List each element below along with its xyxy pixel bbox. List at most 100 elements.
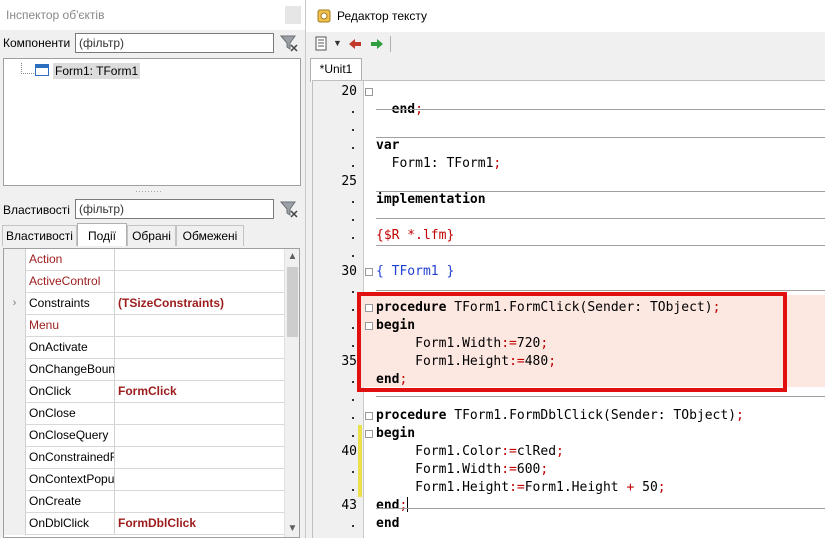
property-row[interactable]: OnChangeBoun [4,359,284,381]
code-token: ; [399,498,408,513]
line-number: 25 [341,174,357,189]
code-token: {$R *.lfm} [376,228,455,243]
fold-marker-icon[interactable] [365,430,373,438]
property-row[interactable]: Action [4,249,284,271]
text-cursor [407,497,409,512]
components-filter-input[interactable]: (фільтр) [75,33,274,53]
grid-scrollbar[interactable]: ▲ ▼ [284,249,299,537]
splitter-grip[interactable]: ········· [135,187,167,196]
property-name: OnClose [29,406,76,420]
tab-properties[interactable]: Властивості [2,225,77,246]
tab-events[interactable]: Події [77,223,127,246]
code-token: := [509,480,525,495]
dropdown-arrow-icon[interactable]: ▼ [333,38,342,48]
properties-filter-input[interactable]: (фільтр) [75,199,274,219]
tree-connector [21,63,34,74]
inspector-title-button[interactable] [285,6,301,24]
property-value[interactable] [118,425,283,446]
code-line[interactable]: Form1: TForm1; [376,155,502,173]
tab-unit1[interactable]: *Unit1 [310,58,362,82]
property-row[interactable]: OnCloseQuery [4,425,284,447]
property-row[interactable]: › Constraints (TSizeConstraints) [4,293,284,315]
code-token: ; [736,408,744,423]
property-row[interactable]: OnContextPopu [4,469,284,491]
property-value[interactable]: FormClick [118,381,283,402]
code-line[interactable]: Form1.Width:=600; [376,461,548,479]
property-value[interactable] [118,403,283,424]
code-token: := [501,462,517,477]
property-grid[interactable]: Action ActiveControl › Constraints (TSizeCon… [3,248,300,538]
code-token: ; [657,480,666,495]
property-value[interactable] [118,337,283,358]
code-line[interactable]: begin [376,425,415,443]
property-value[interactable] [118,249,283,270]
row-gutter [4,513,26,535]
line-number: . [349,120,357,135]
modified-lines-marker [358,425,362,497]
row-gutter [4,491,26,513]
column-separator [114,381,115,402]
property-row[interactable]: Menu [4,315,284,337]
document-menu-icon[interactable] [314,36,330,52]
property-value[interactable] [118,359,283,380]
property-row[interactable]: OnActivate [4,337,284,359]
code-line[interactable]: { TForm1 } [376,263,454,281]
forward-arrow-icon[interactable] [369,36,385,52]
tab-restricted[interactable]: Обмежені [176,225,244,246]
component-tree[interactable]: Form1: TForm1 [3,58,301,186]
code-token: 600 [516,462,541,477]
property-value[interactable] [118,447,283,468]
components-filter-clear-icon[interactable] [279,33,299,53]
tree-node-label: Form1: TForm1 [53,63,141,79]
fold-marker-icon[interactable] [365,88,373,96]
object-inspector-window: Інспектор об'єктів Компоненти (фільтр) F… [0,0,306,538]
property-row[interactable]: OnClose [4,403,284,425]
code-line[interactable]: implementation [376,191,486,209]
property-name: OnClick [29,384,72,398]
line-number: . [349,336,357,351]
properties-filter-clear-icon[interactable] [279,199,299,219]
property-value[interactable]: (TSizeConstraints) [118,293,283,314]
expand-chevron-icon[interactable]: › [4,293,26,315]
fold-marker-icon[interactable] [365,268,373,276]
row-gutter [4,359,26,381]
code-line[interactable]: end; [376,497,409,515]
code-line[interactable]: procedure TForm1.FormDblClick(Sender: TO… [376,407,744,425]
property-row[interactable]: OnClick FormClick [4,381,284,403]
property-value[interactable] [118,469,283,490]
fold-marker-icon[interactable] [365,412,373,420]
code-line[interactable]: Form1.Color:=clRed; [376,443,564,461]
inspector-tabs: Властивості Події Обрані Обмежені [0,223,305,247]
property-row[interactable]: OnConstrainedF [4,447,284,469]
row-gutter [4,249,26,271]
property-name: OnChangeBoun [29,362,114,376]
code-token: var [376,138,400,153]
property-row[interactable]: ActiveControl [4,271,284,293]
line-number: . [349,156,357,171]
property-value[interactable] [118,315,283,336]
code-token: ; [540,462,549,477]
property-row[interactable]: OnDblClick FormDblClick [4,513,284,535]
code-line[interactable]: var [376,137,399,155]
scroll-down-icon[interactable]: ▼ [285,521,299,537]
code-line[interactable]: Form1.Height:=Form1.Height + 50; [376,479,666,497]
tab-favorites[interactable]: Обрані [127,225,176,246]
property-value[interactable] [118,491,283,512]
line-number: 43 [341,498,357,513]
scroll-up-icon[interactable]: ▲ [285,249,299,265]
code-token: end [376,516,400,531]
code-line[interactable]: end [376,515,399,533]
property-name: OnCloseQuery [29,428,109,442]
back-arrow-icon[interactable] [347,36,363,52]
row-gutter [4,271,26,293]
code-line[interactable]: end; [376,101,423,119]
scroll-thumb[interactable] [287,267,298,337]
row-gutter [4,469,26,491]
property-value[interactable] [118,271,283,292]
code-line[interactable]: {$R *.lfm} [376,227,454,245]
property-value[interactable]: FormDblClick [118,513,283,534]
toolbar-divider [390,36,391,52]
property-row[interactable]: OnCreate [4,491,284,513]
section-separator [376,290,825,291]
code-token: clRed [516,444,557,459]
